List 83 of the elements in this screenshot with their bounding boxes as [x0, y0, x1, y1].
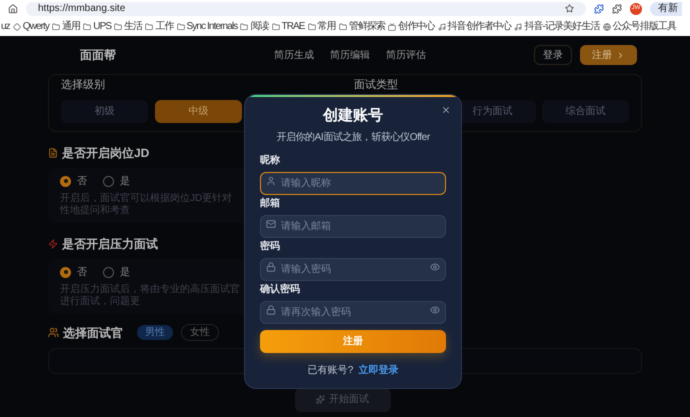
lightning-icon [48, 238, 58, 248]
nav-link[interactable]: 简历评估 [386, 48, 426, 62]
folder-icon [52, 22, 60, 30]
section-title: 是否开启压力面试 [62, 236, 158, 252]
register-button[interactable]: 注册 [580, 45, 637, 65]
globe-icon [602, 22, 611, 30]
star-icon[interactable] [565, 4, 574, 13]
bookmark-item[interactable]: 公众号排版工具 [602, 19, 676, 34]
bookmark-item[interactable]: TRAE [272, 19, 305, 34]
tv-icon [388, 22, 396, 30]
gender-tag[interactable]: 男性 [137, 325, 173, 340]
lock-icon [266, 304, 276, 314]
url-text: https://mmbang.site [38, 2, 126, 16]
bookmark-item[interactable]: 管鲜探索 [338, 19, 386, 34]
bookmark-item[interactable]: UPS [83, 19, 112, 34]
input-field[interactable]: 请输入邮箱 [260, 214, 446, 238]
radio-button[interactable] [103, 266, 114, 278]
lock-icon [266, 262, 276, 272]
folder-icon [145, 22, 154, 30]
bookmark-item[interactable]: Qwerty [12, 19, 50, 34]
eye-icon[interactable] [430, 262, 440, 272]
dialog-subtitle: 开启你的AI面试之旅，斩获心仪Offer [275, 130, 431, 144]
input-field[interactable]: 请输入密码 [260, 258, 446, 280]
dialog-title: 创建账号 [322, 106, 384, 126]
bookmark-item[interactable]: 常用 [308, 19, 336, 34]
bookmark-item[interactable]: 工作 [145, 19, 174, 34]
document-icon [48, 148, 58, 158]
folder-icon [176, 22, 185, 30]
input-field[interactable]: 请输入昵称 [260, 172, 446, 194]
section-title: 面试类型 [354, 78, 399, 93]
folder-icon [114, 22, 122, 30]
eye-icon[interactable] [430, 304, 440, 314]
footer-text: 已有账号? [308, 364, 354, 378]
address-bar[interactable]: https://mmbang.site [26, 2, 586, 16]
radio-button[interactable] [60, 176, 71, 186]
user-icon [266, 176, 276, 186]
field-label: 确认密码 [260, 284, 301, 296]
option-description: 开启压力面试后，将由专业的高压面试官进行面试，问题更 [60, 284, 240, 308]
chevron-right-icon [616, 50, 625, 60]
option-description: 开启后，面试官可以根据岗位JD更针对性地提问和考查 [60, 192, 234, 216]
bookmark-item[interactable]: 通用 [52, 19, 80, 34]
home-icon[interactable] [8, 4, 18, 14]
music-note-icon [514, 22, 522, 30]
login-button[interactable]: 登录 [534, 45, 572, 65]
nav-link[interactable]: 简历编辑 [330, 48, 370, 62]
folder-icon [240, 22, 248, 30]
music-note-icon [438, 22, 446, 30]
section-title: 选择面试官 [63, 324, 123, 342]
users-icon [48, 327, 59, 338]
folder-icon [308, 22, 316, 30]
radio-label: 是 [120, 174, 130, 188]
gender-tag[interactable]: 女性 [181, 324, 219, 341]
folder-icon [272, 22, 280, 30]
bookmark-item[interactable]: 创作中心 [388, 19, 435, 34]
field-label: 邮箱 [260, 198, 281, 210]
radio-button[interactable] [60, 266, 71, 278]
nav-link[interactable]: 简历生成 [274, 48, 314, 62]
radio-button[interactable] [103, 176, 114, 186]
update-button[interactable]: 有新 [650, 2, 682, 16]
section-title: 选择级别 [61, 78, 106, 93]
section-title: 是否开启岗位JD [62, 144, 150, 162]
bookmark-item[interactable]: 抖音-记录美好生活 [514, 19, 600, 34]
extension-icon[interactable] [594, 4, 604, 14]
radio-label: 是 [120, 266, 130, 280]
puzzle-icon[interactable] [612, 4, 622, 14]
folder-icon [83, 22, 92, 30]
sparkles-icon [316, 395, 325, 404]
bookmark-item[interactable]: Sync Internals [176, 19, 238, 34]
login-link[interactable]: 立即登录 [358, 362, 398, 378]
bookmark-item[interactable]: 抖音创作者中心 [438, 19, 512, 34]
bookmark-item[interactable]: uz [1, 19, 10, 34]
diamond-icon [12, 22, 21, 30]
mail-icon [266, 218, 276, 228]
site-logo[interactable]: 面面帮 [80, 46, 116, 64]
radio-label: 否 [77, 266, 87, 280]
folder-icon [338, 22, 347, 30]
bookmark-item[interactable]: 生活 [114, 19, 142, 34]
close-button[interactable] [441, 105, 451, 115]
bookmark-item[interactable]: 阅读 [240, 19, 268, 34]
field-label: 昵称 [260, 154, 281, 166]
field-label: 密码 [260, 240, 281, 252]
input-field[interactable]: 请再次输入密码 [260, 300, 446, 324]
radio-label: 否 [77, 174, 87, 188]
